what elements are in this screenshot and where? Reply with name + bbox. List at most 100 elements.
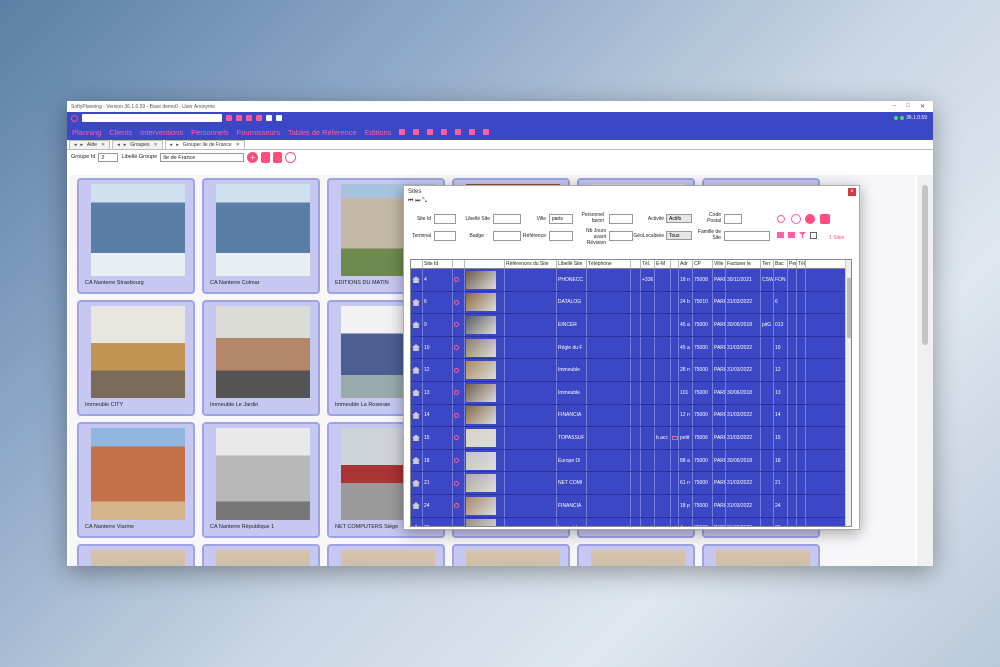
window-alt-icon[interactable] bbox=[276, 115, 282, 121]
libelle-groupe-input[interactable]: Ile de France bbox=[160, 152, 245, 162]
table-row[interactable]: 21 NET COMI 61 n 75000 PARI 31/03/2022 21 bbox=[411, 472, 851, 495]
activite-select[interactable]: Actifs bbox=[666, 214, 692, 223]
site-card[interactable] bbox=[577, 544, 695, 566]
table-row[interactable]: 6 DATALOG 24 b 75010 PARI 31/03/2022 6 bbox=[411, 291, 851, 315]
column-header[interactable] bbox=[671, 260, 679, 268]
menu-item-4[interactable]: Fournisseurs bbox=[237, 128, 280, 137]
global-search-input[interactable] bbox=[82, 114, 222, 122]
view-site-icon[interactable] bbox=[453, 359, 465, 381]
camera-icon[interactable] bbox=[236, 115, 242, 121]
view-site-icon[interactable] bbox=[453, 291, 465, 314]
next-page-icon[interactable]: ⏭ bbox=[415, 198, 420, 204]
user-add-icon[interactable] bbox=[469, 129, 476, 135]
tab-2[interactable]: ◂ ▸ Grouper Ile de France ✕ bbox=[164, 140, 245, 149]
site-card[interactable]: Immeuble Le Jardin bbox=[202, 300, 320, 416]
delete-icon[interactable] bbox=[273, 151, 283, 163]
help-icon[interactable] bbox=[399, 129, 406, 135]
column-header[interactable] bbox=[631, 260, 641, 268]
search-icon[interactable] bbox=[777, 215, 785, 223]
first-page-icon[interactable]: ⏮ bbox=[408, 198, 413, 204]
view-site-icon[interactable] bbox=[453, 494, 465, 517]
site-card[interactable]: CA Nanterre Strasbourg bbox=[77, 178, 195, 294]
close-window-icon[interactable]: ✕ bbox=[920, 103, 925, 110]
column-header[interactable]: Terr bbox=[761, 260, 774, 268]
ville-input[interactable]: paris bbox=[549, 214, 573, 224]
column-header[interactable]: Tél. bbox=[641, 260, 655, 268]
table-row[interactable]: 12 Immeuble 28 n 75000 PARI 31/03/2022 12 bbox=[411, 359, 851, 382]
site-card[interactable] bbox=[702, 544, 820, 566]
site-card[interactable] bbox=[202, 544, 320, 566]
tab-next-icon[interactable]: ▸ bbox=[81, 142, 84, 148]
add-button[interactable]: + bbox=[247, 151, 259, 163]
site-card[interactable]: Immeuble CITY bbox=[77, 300, 195, 416]
table-row[interactable]: 24 FINANCIA 18 p 75000 PARI 31/03/2022 24 bbox=[411, 494, 851, 518]
window-icon[interactable] bbox=[266, 115, 272, 121]
table-row[interactable]: 13 Immeuble 101 75000 PARI 30/06/2018 13 bbox=[411, 381, 851, 405]
home-icon[interactable] bbox=[226, 115, 232, 121]
column-header[interactable]: CP bbox=[693, 260, 713, 268]
column-header[interactable]: Facturer le bbox=[726, 260, 761, 268]
table-row[interactable]: 9 EINCER 45 a 75000 PARI 30/06/2018 pitG 013 bbox=[411, 314, 851, 337]
collapse-icon[interactable]: ⤡ bbox=[422, 198, 427, 204]
calendar-icon[interactable] bbox=[455, 129, 462, 135]
columns-icon[interactable] bbox=[788, 232, 795, 238]
filter-list-icon[interactable] bbox=[777, 232, 784, 238]
view-site-icon[interactable] bbox=[453, 381, 465, 404]
table-row[interactable]: 18 Europe Di 88 a 75000 PARI 30/06/2018 18 bbox=[411, 449, 851, 473]
groupe-id-input[interactable]: 2 bbox=[98, 152, 119, 162]
menu-item-3[interactable]: Personnels bbox=[191, 128, 229, 137]
view-site-icon[interactable] bbox=[453, 314, 465, 336]
mail-icon[interactable] bbox=[672, 435, 678, 440]
column-header[interactable] bbox=[453, 260, 465, 268]
table-row[interactable]: 4 PHONECC +336 18 n 75008 PARI 30/11/2021 CSW FO… bbox=[411, 269, 851, 292]
view-site-icon[interactable] bbox=[453, 517, 465, 526]
table-row[interactable]: 14 FINANCIA 12 n 75000 PARI 31/03/2022 14 bbox=[411, 404, 851, 428]
menu-item-5[interactable]: Tables de Référence bbox=[288, 128, 357, 137]
site-card[interactable]: CA Nanterre République 1 bbox=[202, 422, 320, 538]
close-dialog-button[interactable]: × bbox=[848, 188, 856, 196]
site-id-input[interactable] bbox=[434, 214, 456, 224]
column-header[interactable]: Per bbox=[788, 260, 797, 268]
tab-1[interactable]: ◂ ▸ Groupes ✕ bbox=[112, 140, 163, 149]
reference-input[interactable] bbox=[549, 231, 573, 241]
history-icon[interactable] bbox=[285, 151, 297, 163]
minimize-icon[interactable]: – bbox=[893, 103, 896, 110]
maximize-icon[interactable]: □ bbox=[906, 103, 910, 110]
refresh-icon[interactable] bbox=[71, 114, 78, 122]
geolocalisee-select[interactable]: Tous bbox=[666, 231, 692, 240]
code-postal-input[interactable] bbox=[724, 214, 742, 224]
famille-site-select[interactable] bbox=[724, 231, 770, 241]
menu-item-6[interactable]: Editions bbox=[365, 128, 392, 137]
main-scrollbar[interactable] bbox=[917, 175, 933, 566]
tab-next-icon[interactable]: ▸ bbox=[176, 142, 179, 148]
tab-close-icon[interactable]: ✕ bbox=[236, 142, 240, 148]
printer-icon[interactable] bbox=[441, 129, 448, 135]
column-header[interactable] bbox=[411, 260, 423, 268]
menu-item-0[interactable]: Planning bbox=[72, 128, 101, 137]
column-header[interactable]: Adr bbox=[679, 260, 693, 268]
site-card[interactable]: CA Nanterre Viarme bbox=[77, 422, 195, 538]
folder-open-icon[interactable] bbox=[427, 129, 434, 135]
view-site-icon[interactable] bbox=[453, 472, 465, 494]
tab-close-icon[interactable]: ✕ bbox=[153, 142, 157, 148]
funnel-icon[interactable] bbox=[799, 232, 806, 238]
site-card[interactable] bbox=[327, 544, 445, 566]
column-header[interactable]: Site Id bbox=[423, 260, 453, 268]
column-header[interactable]: E-M bbox=[655, 260, 671, 268]
save-icon[interactable] bbox=[261, 151, 271, 163]
site-card[interactable]: CA Nanterre Colmar bbox=[202, 178, 320, 294]
view-site-icon[interactable] bbox=[453, 269, 465, 291]
microphone-icon[interactable] bbox=[246, 115, 252, 121]
tab-close-icon[interactable]: ✕ bbox=[101, 142, 105, 148]
column-header[interactable] bbox=[465, 260, 505, 268]
table-row[interactable]: 15 TOPASSUF b.acc petit 75006 PARI 31/03/2022 1… bbox=[411, 427, 851, 450]
view-site-icon[interactable] bbox=[453, 449, 465, 472]
reset-icon[interactable] bbox=[791, 214, 801, 224]
table-row[interactable]: 30 Immeuble 4 ru75000PARI31/03/2022 30 bbox=[411, 517, 851, 526]
site-card[interactable] bbox=[452, 544, 570, 566]
tab-prev-icon[interactable]: ◂ bbox=[117, 142, 120, 148]
column-header[interactable]: Bac bbox=[774, 260, 788, 268]
view-site-icon[interactable] bbox=[453, 427, 465, 449]
tab-0[interactable]: ◂ ▸ Aide ✕ bbox=[69, 140, 111, 149]
print-icon[interactable] bbox=[820, 214, 830, 224]
